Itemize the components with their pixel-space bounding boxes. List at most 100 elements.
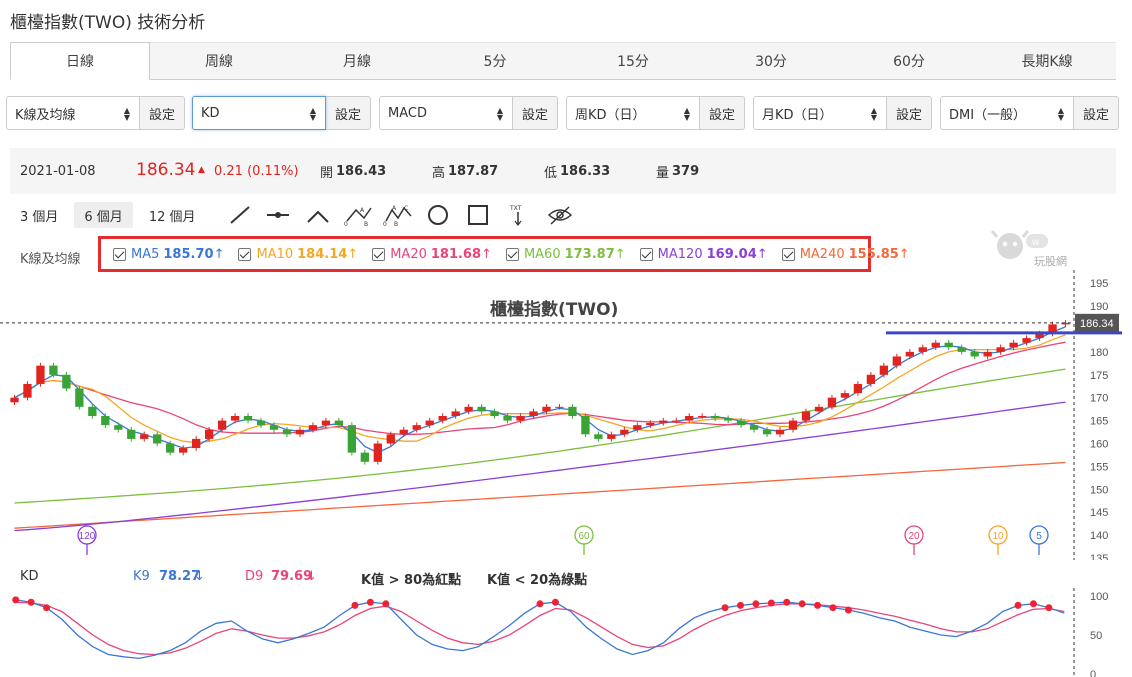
y-tick-label: 175 <box>1090 370 1108 382</box>
price-chart[interactable]: 135140145150155160165170175180185190195櫃… <box>0 270 1132 560</box>
tab-0[interactable]: 日線 <box>10 42 150 80</box>
candle <box>243 416 253 421</box>
ma-name: MA10 <box>256 246 294 262</box>
candle <box>866 374 876 384</box>
indicator-select-5[interactable]: DMI（一般） ▲ ▼ <box>940 96 1074 130</box>
svg-text:w: w <box>1031 237 1040 248</box>
candle <box>88 406 97 416</box>
selector-group-5: DMI（一般） ▲ ▼ 設定 <box>940 96 1119 130</box>
indicator-select-1[interactable]: KD ▲ ▼ <box>192 96 326 130</box>
horizontal-line-tool-icon[interactable] <box>266 204 290 226</box>
candle <box>321 420 331 426</box>
candle <box>23 383 32 398</box>
ma-value: 185.70 <box>163 246 214 262</box>
indicator-select-value: KD <box>201 105 220 121</box>
svg-text:0: 0 <box>344 221 348 226</box>
indicator-select-value: 周KD（日） <box>575 107 646 123</box>
range-button-1[interactable]: 6 個月 <box>74 202 133 228</box>
line-tool-icon[interactable] <box>228 204 252 226</box>
checkbox-icon[interactable] <box>781 247 795 261</box>
tab-1[interactable]: 周線 <box>150 42 288 79</box>
candle <box>788 420 798 430</box>
tab-7[interactable]: 長期K線 <box>978 42 1116 79</box>
abc-pattern-tool-icon[interactable]: A 0 B <box>344 204 374 226</box>
indicator-select-3[interactable]: 周KD（日） ▲ ▼ <box>566 96 700 130</box>
updown-arrow-icon: ▲ ▼ <box>683 106 690 122</box>
indicator-select-4[interactable]: 月KD（日） ▲ ▼ <box>753 96 887 130</box>
selector-group-2: MACD ▲ ▼ 設定 <box>379 96 558 130</box>
settings-button-1[interactable]: 設定 <box>326 96 371 130</box>
current-price-tag-text: 186.34 <box>1080 318 1114 330</box>
checkbox-icon[interactable] <box>113 247 126 261</box>
ma-item-ma240[interactable]: MA240 155.85 ↑ <box>781 247 910 262</box>
indicator-select-2[interactable]: MACD ▲ ▼ <box>379 96 513 130</box>
candle <box>996 347 1005 352</box>
angle-tool-icon[interactable] <box>306 204 330 226</box>
svg-text:B: B <box>364 221 368 226</box>
abcd-pattern-tool-icon[interactable]: A C 0 B <box>383 204 417 226</box>
tab-3[interactable]: 5分 <box>426 42 564 79</box>
ma-arrow: ↑ <box>481 246 492 262</box>
k9-label: K9 <box>133 569 150 584</box>
k9-line <box>15 599 1065 660</box>
updown-arrow-icon: ▲ ▼ <box>1057 106 1064 122</box>
kd-overbought-dot <box>752 600 760 608</box>
settings-button-4[interactable]: 設定 <box>887 96 932 130</box>
settings-button-0[interactable]: 設定 <box>140 96 185 130</box>
candle <box>607 434 616 439</box>
candle <box>529 411 538 416</box>
ma-item-ma5[interactable]: MA5 185.70 ↑ <box>113 247 224 262</box>
quote-change: 0.21 (0.11%) <box>214 163 299 179</box>
candle <box>853 383 863 394</box>
candle <box>412 425 421 430</box>
checkbox-icon[interactable] <box>238 247 252 261</box>
range-button-0[interactable]: 3 個月 <box>10 202 68 228</box>
settings-button-5[interactable]: 設定 <box>1074 96 1119 130</box>
circle-tool-icon[interactable] <box>426 204 450 226</box>
checkbox-icon[interactable] <box>505 247 519 261</box>
kd-overbought-dot <box>721 604 729 612</box>
candle <box>594 434 603 439</box>
high-value: 187.87 <box>448 163 499 179</box>
y-tick-label: 145 <box>1090 507 1108 519</box>
candle <box>931 342 940 348</box>
rectangle-tool-icon[interactable] <box>466 204 490 226</box>
ma-item-ma20[interactable]: MA20 181.68 ↑ <box>372 247 492 262</box>
settings-button-2[interactable]: 設定 <box>513 96 558 130</box>
svg-text:0: 0 <box>383 221 387 226</box>
indicator-select-0[interactable]: K線及均線 ▲ ▼ <box>6 96 140 130</box>
range-button-2[interactable]: 12 個月 <box>139 202 206 228</box>
candle <box>36 365 45 384</box>
tab-6[interactable]: 60分 <box>840 42 978 79</box>
candle <box>555 406 564 408</box>
ma-item-ma60[interactable]: MA60 173.87 ↑ <box>505 246 626 262</box>
candle <box>503 416 512 421</box>
candle <box>581 416 590 435</box>
checkbox-icon[interactable] <box>372 247 386 261</box>
kd-chart[interactable]: 0 50 100 <box>0 588 1132 677</box>
ma-period-marker-label: 60 <box>578 531 590 542</box>
ma-arrow: ↑ <box>614 246 626 262</box>
volume-value: 379 <box>672 163 700 179</box>
ma10-line <box>14 334 1066 444</box>
ma-arrow: ↑ <box>347 246 359 262</box>
ma-item-ma10[interactable]: MA10 184.14 ↑ <box>238 247 358 262</box>
checkbox-icon[interactable] <box>639 247 653 261</box>
hide-drawings-icon[interactable] <box>546 204 574 226</box>
settings-button-3[interactable]: 設定 <box>700 96 745 130</box>
indicator-select-value: MACD <box>388 105 427 121</box>
y-tick-label: 195 <box>1090 278 1108 290</box>
text-tool-icon[interactable]: TXT <box>506 204 530 226</box>
ma-item-ma120[interactable]: MA120 169.04 ↑ <box>639 247 768 262</box>
tab-2[interactable]: 月線 <box>288 42 426 79</box>
kd-overbought-dot <box>844 606 852 614</box>
ma-arrow: ↑ <box>213 246 225 262</box>
updown-arrow-icon: ▲ ▼ <box>496 106 503 122</box>
ma-value: 184.14 <box>297 246 348 262</box>
candle <box>711 416 720 419</box>
tab-4[interactable]: 15分 <box>564 42 702 79</box>
candle <box>464 406 473 412</box>
kd-y-tick-label: 100 <box>1090 591 1108 603</box>
candle <box>775 429 785 435</box>
tab-5[interactable]: 30分 <box>702 42 840 79</box>
